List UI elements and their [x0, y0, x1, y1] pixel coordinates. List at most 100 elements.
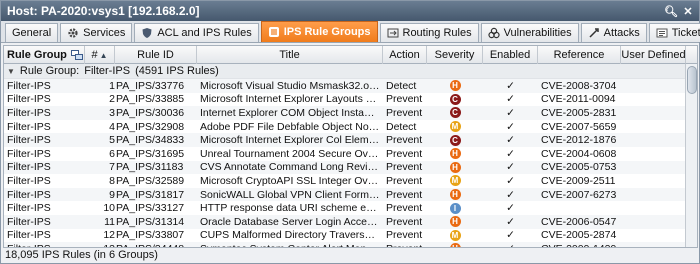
- scrollbar-thumb[interactable]: [687, 66, 697, 94]
- cell-enabled: ✓: [506, 147, 515, 160]
- cell-rule-id: PA_IPS/34833: [116, 134, 185, 147]
- attack-icon: [589, 28, 599, 38]
- cell-enabled: ✓: [506, 229, 515, 242]
- cell-title: CVS Annotate Command Long Revisio...: [200, 161, 383, 174]
- group-header-row[interactable]: ▼ Rule Group: Filter-IPS (4591 IPS Rules…: [4, 64, 686, 79]
- table-row[interactable]: Filter-IPS 1 PA_IPS/33776 Microsoft Visual …: [4, 79, 686, 93]
- col-header-title[interactable]: Title: [197, 46, 383, 64]
- cell-number: 9: [109, 188, 115, 201]
- cell-reference: CVE-2011-0094: [541, 93, 616, 106]
- table-row[interactable]: Filter-IPS13PA_IPS/34448Symantec System …: [4, 242, 686, 247]
- cell-action: Prevent: [386, 188, 423, 201]
- col-label: Rule ID: [137, 49, 174, 61]
- cell-number: 13: [85, 243, 115, 247]
- tab-services[interactable]: Services: [60, 23, 133, 42]
- collapse-triangle-icon[interactable]: ▼: [7, 67, 15, 76]
- table-row[interactable]: Filter-IPS 12 PA_IPS/33807 CUPS Malformed D…: [4, 229, 686, 243]
- cell-rule-id: PA_IPS/32589: [116, 174, 185, 187]
- col-header-enabled[interactable]: Enabled: [483, 46, 538, 64]
- table-row[interactable]: Filter-IPS 5 PA_IPS/34833 Microsoft Interne…: [4, 133, 686, 147]
- col-label: Rule Group: [7, 49, 67, 61]
- close-icon[interactable]: ✕: [681, 4, 695, 18]
- tab-bar: General Services ACL and IPS Rules IPS R…: [1, 21, 700, 43]
- col-header-rule-group[interactable]: Rule Group: [4, 46, 85, 64]
- column-chooser-corner[interactable]: [685, 46, 697, 64]
- tab-attacks[interactable]: Attacks: [580, 23, 647, 42]
- table-row[interactable]: Filter-IPS 8 PA_IPS/32589 Microsoft CryptoA…: [4, 174, 686, 188]
- severity-badge-icon: M: [449, 121, 461, 133]
- cell-enabled: ✓: [506, 215, 515, 228]
- biohazard-icon: [487, 27, 500, 39]
- col-header-severity[interactable]: Severity: [427, 46, 483, 64]
- cell-rule-id: PA_IPS/31695: [116, 147, 185, 160]
- cell-action: Prevent: [386, 202, 423, 215]
- pin-icon[interactable]: 🔍︎: [664, 4, 678, 18]
- cell-rule-group: Filter-IPS: [7, 161, 51, 174]
- ticket-icon: [656, 28, 668, 38]
- cell-rule-group: Filter-IPS: [7, 215, 51, 228]
- table-row[interactable]: Filter-IPS 10 PA_IPS/33127 HTTP response da…: [4, 201, 686, 215]
- cell-rule-id: PA_IPS/33776: [116, 79, 185, 92]
- cell-number: 6: [109, 147, 115, 160]
- col-header-action[interactable]: Action: [383, 46, 427, 64]
- cell-title: Microsoft Internet Explorer Col Element.…: [200, 134, 383, 147]
- cell-severity: M: [427, 121, 483, 133]
- cell-rule-id: PA_IPS/33885: [116, 93, 185, 106]
- tab-tickets[interactable]: Tickets: [648, 23, 700, 42]
- cell-enabled: ✓: [506, 188, 515, 201]
- table-body: ▼ Rule Group: Filter-IPS (4591 IPS Rules…: [4, 64, 686, 247]
- cell-rule-group: Filter-IPS: [7, 188, 51, 201]
- vertical-scrollbar[interactable]: [685, 64, 697, 247]
- cell-severity: I: [427, 202, 483, 214]
- cell-reference: CVE-2009-1429: [538, 243, 621, 247]
- tab-label: Routing Rules: [402, 27, 472, 39]
- col-label: Reference: [553, 49, 605, 61]
- tab-acl-ips-rules[interactable]: ACL and IPS Rules: [134, 23, 259, 42]
- cell-rule-group: Filter-IPS: [7, 120, 51, 133]
- col-label: Severity: [434, 49, 475, 61]
- cell-action: Prevent: [386, 106, 423, 119]
- tab-general[interactable]: General: [5, 23, 59, 42]
- cell-severity: C: [427, 134, 483, 146]
- col-header-reference[interactable]: Reference: [538, 46, 621, 64]
- group-count: (4591 IPS Rules): [135, 65, 219, 77]
- group-by-icon[interactable]: [70, 50, 83, 60]
- shield-icon: [142, 28, 152, 38]
- table-row[interactable]: Filter-IPS 3 PA_IPS/30036 Internet Explorer…: [4, 106, 686, 120]
- cell-title: Oracle Database Server Login Access ...: [200, 215, 383, 228]
- col-header-user-defined[interactable]: User Defined: [621, 46, 686, 64]
- table-row[interactable]: Filter-IPS 2 PA_IPS/33885 Microsoft Interne…: [4, 93, 686, 107]
- cell-title: Microsoft CryptoAPI SSL Integer Overflo.…: [200, 174, 383, 187]
- col-header-number[interactable]: # ▲: [85, 46, 115, 64]
- table-row[interactable]: Filter-IPS 11 PA_IPS/31314 Oracle Database …: [4, 214, 686, 229]
- host-window: Host: PA-2020:vsys1 [192.168.2.0] 🔍︎ ✕ G…: [0, 0, 700, 264]
- cell-enabled: ✓: [506, 93, 515, 106]
- table-row[interactable]: Filter-IPS 9 PA_IPS/31817 SonicWALL Global …: [4, 187, 686, 202]
- tab-vulnerabilities[interactable]: Vulnerabilities: [480, 23, 579, 42]
- cell-number: 3: [109, 106, 115, 119]
- cell-action: Prevent: [386, 147, 423, 160]
- cell-number: 2: [109, 93, 115, 106]
- group-label: Rule Group:: [19, 65, 80, 77]
- cell-action: Detect: [386, 120, 417, 133]
- tab-ips-rule-groups[interactable]: IPS Rule Groups: [260, 21, 378, 42]
- cell-title: Unreal Tournament 2004 Secure Overf...: [200, 147, 383, 160]
- col-header-rule-id[interactable]: Rule ID: [115, 46, 197, 64]
- table-row[interactable]: Filter-IPS 7 PA_IPS/31183 CVS Annotate Comm…: [4, 160, 686, 175]
- severity-badge-icon: C: [449, 93, 461, 105]
- cell-title: Microsoft Internet Explorer Layouts Han.…: [200, 93, 383, 106]
- cell-enabled: ✓: [506, 120, 515, 133]
- cell-action: Prevent: [386, 229, 423, 242]
- cell-rule-group: Filter-IPS: [7, 134, 51, 147]
- tab-routing-rules[interactable]: Routing Rules: [379, 23, 479, 42]
- cell-severity: H: [427, 80, 483, 92]
- table-row[interactable]: Filter-IPS 6 PA_IPS/31695 Unreal Tournament…: [4, 147, 686, 161]
- cell-reference: CVE-2005-2831: [541, 106, 617, 119]
- cell-rule-group: Filter-IPS: [7, 106, 51, 119]
- cell-number: 4: [109, 120, 115, 133]
- cell-number: 12: [103, 229, 115, 242]
- table-row[interactable]: Filter-IPS 4 PA_IPS/32908 Adobe PDF File De…: [4, 120, 686, 134]
- severity-badge-icon: C: [449, 134, 461, 146]
- cell-title: Internet Explorer COM Object Instantiati…: [200, 106, 383, 119]
- cell-action: Detect: [386, 79, 417, 92]
